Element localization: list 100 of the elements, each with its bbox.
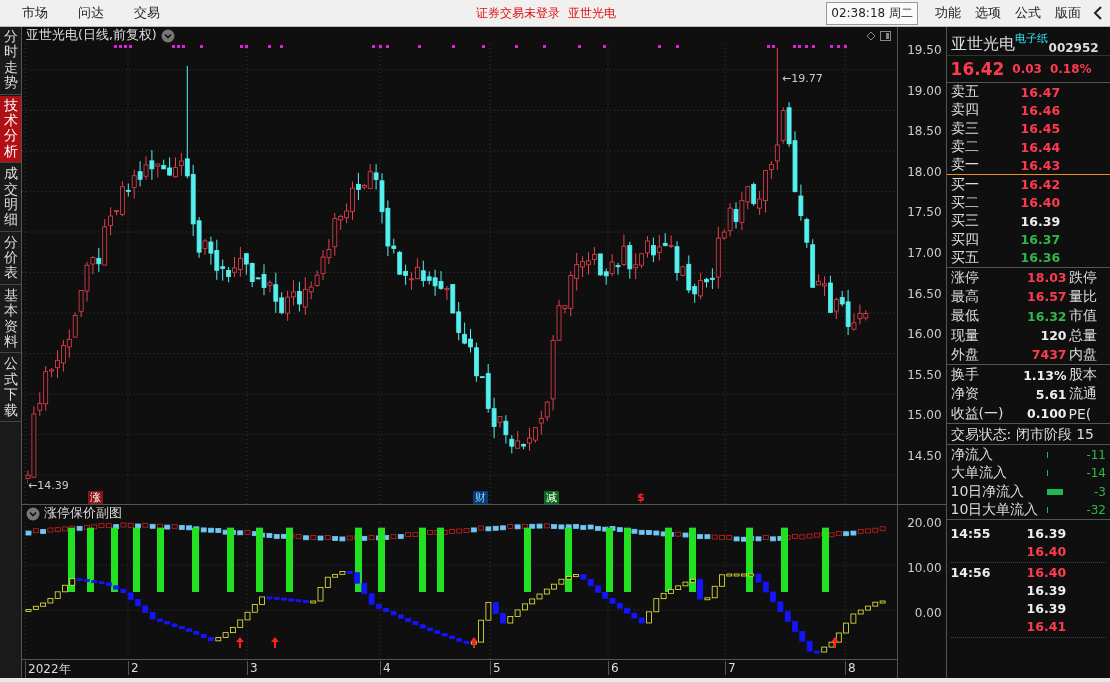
low-price-label: ←14.39 [28, 479, 69, 492]
month-label: 7 [725, 661, 736, 676]
stat-label: 收益(一) [950, 404, 1005, 423]
stat-label: 内盘 [1068, 345, 1097, 364]
ask-label: 卖三 [950, 119, 980, 138]
stat-label: 量比 [1068, 287, 1097, 306]
dropdown-icon[interactable] [26, 506, 40, 521]
toolbar-menu[interactable]: 公式 [1015, 4, 1041, 22]
stat-label: 流通 [1068, 385, 1097, 404]
side-tab[interactable]: 技术分析 [0, 95, 21, 164]
bid-label: 买五 [950, 248, 980, 267]
toolbar-menu[interactable]: 选项 [975, 4, 1001, 22]
stat-value: 18.03 [1026, 270, 1067, 286]
limit-bar [781, 527, 788, 592]
limit-bar [378, 527, 385, 592]
stat-value: 16.32 [1026, 308, 1067, 324]
limit-bar [689, 527, 696, 592]
stat-value: 7437 [1030, 347, 1067, 363]
side-tab[interactable]: 成交明细 [0, 164, 21, 232]
login-notice: 证券交易未登录 [476, 4, 560, 22]
stat-value: 120 [1039, 328, 1067, 343]
menu-item[interactable]: 问达 [78, 4, 104, 22]
limit-bar [624, 527, 631, 592]
limit-bar [822, 527, 829, 592]
trade-time: 14:55 [950, 525, 991, 541]
menu-item[interactable]: 市场 [22, 4, 48, 22]
limit-bar [87, 527, 94, 592]
stock-name: 亚世光电 [950, 34, 1015, 55]
limit-bar [157, 527, 164, 592]
sector-tag[interactable]: 电子纸 [1014, 31, 1048, 46]
bid-label: 买二 [950, 193, 980, 212]
stat-value: 0.100 [1026, 406, 1067, 422]
trade-time: 14:56 [950, 564, 991, 580]
stat-label: 市值 [1068, 307, 1097, 326]
limit-bar [419, 527, 426, 592]
stat-label: 净资 [950, 385, 980, 404]
trade-price: 16.41 [1026, 618, 1067, 634]
toolbar-menu[interactable]: 功能 [935, 4, 961, 22]
limit-bar [286, 527, 293, 592]
price-tick: 19.50 [906, 41, 943, 59]
side-tab[interactable]: 公式下载 [0, 354, 21, 422]
event-marker[interactable]: 减 [544, 491, 559, 504]
diamond-icon[interactable] [866, 30, 876, 41]
panel-icon[interactable] [880, 30, 891, 41]
trade-price: 16.40 [1026, 564, 1067, 580]
toolbar-menu[interactable]: 版面 [1055, 4, 1081, 22]
menu-item[interactable]: 交易 [134, 4, 160, 22]
stat-label: 现量 [950, 326, 980, 345]
ask-price: 16.45 [1020, 121, 1061, 137]
event-marker[interactable]: $ [635, 491, 647, 504]
month-label: 8 [845, 661, 856, 676]
limit-bar [524, 527, 531, 592]
limit-bar [606, 527, 613, 592]
stat-label: PE( [1068, 405, 1092, 422]
limit-bar [565, 527, 572, 592]
limit-bar [256, 527, 263, 592]
ask-price: 16.46 [1020, 102, 1061, 118]
bid-label: 买四 [950, 230, 980, 249]
stat-value: 5.61 [1034, 386, 1067, 402]
side-tab[interactable]: 基本资料 [0, 285, 21, 354]
up-arrow-icon [236, 637, 244, 648]
side-tab[interactable]: 分价表 [0, 232, 21, 285]
ask-label: 卖二 [950, 138, 980, 157]
side-tab[interactable]: 分时走势 [0, 27, 21, 95]
stat-label: 股本 [1068, 366, 1097, 385]
bid-label: 买一 [950, 175, 980, 194]
stat-value: 1.13% [1022, 367, 1067, 383]
price-tick: 15.00 [906, 407, 943, 425]
ask-price: 16.47 [1020, 84, 1061, 100]
trade-price: 16.39 [1026, 582, 1067, 598]
ask-label: 卖四 [950, 101, 980, 120]
last-price: 16.42 [950, 59, 1005, 79]
bid-price: 16.37 [1020, 232, 1061, 247]
event-marker[interactable]: 财 [473, 491, 488, 504]
price-tick: 17.50 [906, 204, 943, 222]
high-price-label: ←19.77 [782, 72, 823, 85]
stat-label: 跌停 [1068, 268, 1097, 287]
indicator-tick: 20.00 [906, 514, 943, 532]
event-marker[interactable]: 涨 [88, 491, 103, 504]
collapse-icon[interactable] [1092, 6, 1104, 20]
limit-bar [111, 527, 118, 592]
up-arrow-icon [831, 637, 839, 648]
stat-label: 最高 [950, 287, 980, 306]
month-label: 2 [128, 661, 139, 676]
month-label: 5 [490, 661, 501, 676]
price-tick: 16.00 [906, 325, 943, 343]
ask-label: 卖一 [950, 156, 980, 175]
bid-price: 16.42 [1020, 177, 1061, 193]
stat-label: 总量 [1068, 326, 1097, 345]
flow-label: 大单流入 [950, 464, 1008, 483]
flow-value: -14 [1086, 466, 1106, 481]
price-tick: 15.50 [906, 366, 943, 384]
trade-price: 16.39 [1026, 525, 1067, 541]
flow-bar [1046, 488, 1063, 495]
flow-label: 10日大单流入 [950, 501, 1040, 520]
month-label: 3 [247, 661, 258, 676]
dropdown-icon[interactable] [160, 28, 175, 43]
limit-bar [437, 527, 444, 592]
bid-label: 买三 [950, 212, 980, 231]
up-arrow-icon [271, 637, 279, 648]
